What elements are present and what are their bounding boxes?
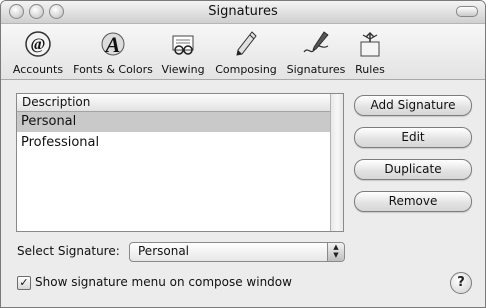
toolbar-item-viewing[interactable]: Viewing xyxy=(160,28,206,76)
at-sign-icon: @ xyxy=(25,31,51,57)
add-signature-button[interactable]: Add Signature xyxy=(354,95,472,116)
show-signature-menu-checkbox[interactable]: ✓ xyxy=(17,276,31,290)
list-header-description[interactable]: Description xyxy=(17,94,334,112)
toolbar-item-composing[interactable]: Composing xyxy=(213,28,279,76)
toolbar-label-composing: Composing xyxy=(215,63,277,76)
toolbar-item-signatures[interactable]: Signatures xyxy=(285,28,347,76)
duplicate-button[interactable]: Duplicate xyxy=(354,159,472,180)
select-signature-value: Personal xyxy=(138,244,190,258)
list-scrollbar[interactable] xyxy=(330,94,343,231)
remove-button[interactable]: Remove xyxy=(354,191,472,212)
chevron-up-down-icon: ▲ ▼ xyxy=(327,243,344,261)
toolbar-label-accounts: Accounts xyxy=(12,63,64,76)
signature-pen-icon xyxy=(303,31,329,53)
toolbar-item-rules[interactable]: Rules xyxy=(353,28,387,76)
preferences-toolbar: @ Accounts A Fonts & Colors Viewing Comp… xyxy=(1,24,485,80)
list-item[interactable]: Professional xyxy=(17,133,333,153)
list-item[interactable]: Personal xyxy=(17,112,333,132)
select-signature-label: Select Signature: xyxy=(17,244,120,258)
toolbar-label-signatures: Signatures xyxy=(286,63,346,76)
edit-button[interactable]: Edit xyxy=(354,127,472,148)
toolbar-item-fonts-colors[interactable]: A Fonts & Colors xyxy=(72,28,154,76)
title-bar: Signatures xyxy=(1,1,485,24)
select-signature-popup[interactable]: Personal ▲ ▼ xyxy=(129,242,345,262)
help-button[interactable]: ? xyxy=(450,272,472,294)
toolbar-label-viewing: Viewing xyxy=(161,63,205,76)
rules-icon xyxy=(360,31,380,57)
glasses-icon xyxy=(172,35,194,55)
fonts-icon: A xyxy=(101,32,125,57)
window-title: Signatures xyxy=(208,4,278,19)
pencil-icon xyxy=(236,31,257,56)
preferences-window: Signatures @ Accounts A Fonts & Colors V… xyxy=(0,0,486,308)
svg-text:@: @ xyxy=(31,36,46,53)
toolbar-item-accounts[interactable]: @ Accounts xyxy=(11,28,65,76)
svg-text:A: A xyxy=(104,32,121,57)
signature-list[interactable]: Description Personal Professional xyxy=(16,93,344,232)
toolbar-label-rules: Rules xyxy=(355,63,385,76)
toolbar-toggle-button[interactable] xyxy=(456,6,478,17)
toolbar-label-fonts-colors: Fonts & Colors xyxy=(73,63,153,76)
show-signature-menu-label[interactable]: Show signature menu on compose window xyxy=(35,275,292,289)
